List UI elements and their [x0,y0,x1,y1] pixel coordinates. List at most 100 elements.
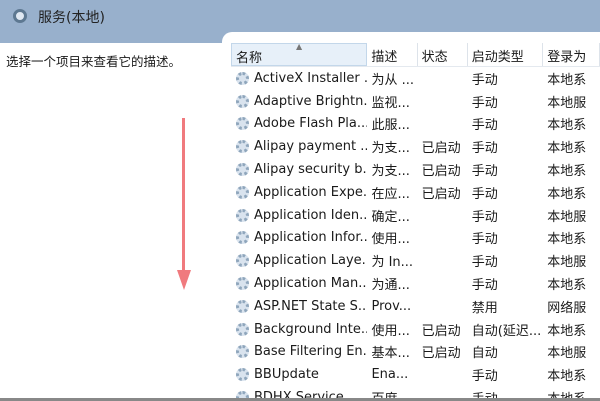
service-name: Adaptive Brightn... [254,93,368,109]
service-startup-type: 手动 [471,369,498,385]
service-gear-icon [236,94,249,108]
service-gear-icon [236,71,249,85]
service-logon-as: 本地系 [547,141,587,157]
service-name-cell: ASP.NET State S... [231,299,367,314]
service-gear-icon [236,299,249,313]
service-startup-type: 手动 [471,95,498,111]
service-name-cell: Alipay payment ... [231,139,367,154]
service-name-cell: Application Expe... [231,185,367,200]
service-status: 已启动 [421,346,461,362]
service-logon-as: 本地系 [547,186,587,202]
service-name: Application Iden... [254,207,368,223]
service-gear-icon [236,391,249,398]
service-name-cell: Base Filtering En... [231,344,367,359]
service-startup-type: 手动 [471,118,498,134]
service-description: 为支... [371,141,410,157]
column-header-description[interactable]: 描述 [367,43,418,66]
service-logon-as: 本地服 [547,346,587,362]
column-header-logon-as[interactable]: 登录为 [543,43,600,66]
service-row[interactable]: ASP.NET State S... Prov... 禁用 网络服 [231,295,600,318]
service-startup-type: 手动 [468,388,543,398]
service-row[interactable]: BDHX Service 百度... 手动 本地系 [231,386,600,398]
service-startup-type: 自动 [471,346,498,362]
service-logon-as: 本地系 [543,388,600,398]
service-description: 为 In... [371,255,414,271]
service-row[interactable]: Adobe Flash Pla... 此服... 手动 本地系 [231,113,600,136]
service-description: 为支... [371,164,410,180]
column-header-status[interactable]: 状态 [418,43,468,66]
service-description: 为通... [371,278,410,294]
service-status: 已启动 [421,141,461,157]
service-name: Adobe Flash Pla... [254,116,368,132]
service-description: 使用... [371,232,410,248]
service-row[interactable]: Application Infor... 使用... 手动 本地系 [231,227,600,250]
service-row[interactable]: Application Iden... 确定... 手动 本地服 [231,204,600,227]
service-name-cell: Application Man... [231,276,367,291]
service-gear-icon [236,345,249,359]
column-header-startup-type[interactable]: 启动类型 [468,43,544,66]
service-row[interactable]: Application Laye... 为 In... 手动 本地服 [231,249,600,272]
service-row[interactable]: Application Man... 为通... 手动 本地系 [231,272,600,295]
service-gear-icon [236,117,249,131]
service-row[interactable]: Base Filtering En... 基本... 已启动 自动 本地服 [231,341,600,364]
service-name-cell: BBUpdate [231,367,367,382]
service-name: ASP.NET State S... [254,298,368,314]
service-startup-type: 手动 [471,278,498,294]
service-row[interactable]: ActiveX Installer ... 为从 ... 手动 本地系 [231,67,600,90]
service-name-cell: Adobe Flash Pla... [231,116,367,131]
service-logon-as: 本地系 [547,323,587,339]
service-logon-as: 本地服 [547,255,587,271]
service-startup-type: 手动 [471,255,498,271]
service-startup-type: 手动 [471,209,498,225]
service-name: Application Infor... [254,230,368,246]
service-gear-icon [236,208,249,222]
service-row[interactable]: Background Inte... 使用... 已启动 自动(延迟... 本地… [231,318,600,341]
service-row[interactable]: Alipay payment ... 为支... 已启动 手动 本地系 [231,135,600,158]
service-logon-as: 本地服 [547,95,587,111]
service-row[interactable]: Alipay security b... 为支... 已启动 手动 本地系 [231,158,600,181]
service-name-cell: ActiveX Installer ... [231,71,367,86]
service-gear-icon [236,368,249,382]
service-startup-type: 手动 [471,141,498,157]
service-row[interactable]: BBUpdate Ena... 手动 本地系 [231,363,600,386]
service-name: Alipay security b... [254,162,368,178]
service-description: 为从 ... [371,72,414,88]
service-logon-as: 网络服 [547,300,587,316]
service-logon-as: 本地系 [547,369,587,385]
service-logon-as: 本地系 [547,278,587,294]
service-status: 已启动 [421,164,461,180]
service-gear-icon [236,140,249,154]
sort-ascending-icon: ▲ [296,43,303,51]
description-pane: 选择一个项目来查看它的描述。 [0,43,225,401]
window-title: 服务(本地) [38,10,105,26]
column-label: 名称 [236,51,263,66]
service-name-cell: Alipay security b... [231,162,367,177]
service-description: Ena... [371,367,409,383]
description-text: 选择一个项目来查看它的描述。 [6,54,182,69]
service-name: Alipay payment ... [254,139,368,155]
service-name: Application Laye... [254,253,368,269]
service-name-cell: Application Infor... [231,230,367,245]
service-gear-icon [236,163,249,177]
column-header-name[interactable]: 名称 ▲ [231,43,368,66]
service-description: 使用... [371,323,410,339]
service-row[interactable]: Adaptive Brightn... 监视... 手动 本地服 [231,90,600,113]
service-name: Background Inte... [254,321,368,337]
service-name: BBUpdate [254,367,319,383]
service-gear-icon [236,185,249,199]
service-gear-icon [236,322,249,336]
service-description: 在应... [371,186,410,202]
service-startup-type: 手动 [471,232,498,248]
service-name-cell: Background Inte... [231,322,367,337]
service-gear-icon [236,277,249,291]
service-description: Prov... [371,298,412,314]
service-description: 百度... [367,388,417,398]
service-row[interactable]: Application Expe... 在应... 已启动 手动 本地系 [231,181,600,204]
service-logon-as: 本地服 [547,209,587,225]
service-description: 此服... [371,118,410,134]
service-gear-icon [236,231,249,245]
services-list: 名称 ▲ 描述 状态 启动类型 登录为 ActiveX Installer ...… [231,43,600,398]
service-startup-type: 手动 [471,72,498,88]
service-description: 基本... [371,346,410,362]
service-name-cell: Adaptive Brightn... [231,94,367,109]
